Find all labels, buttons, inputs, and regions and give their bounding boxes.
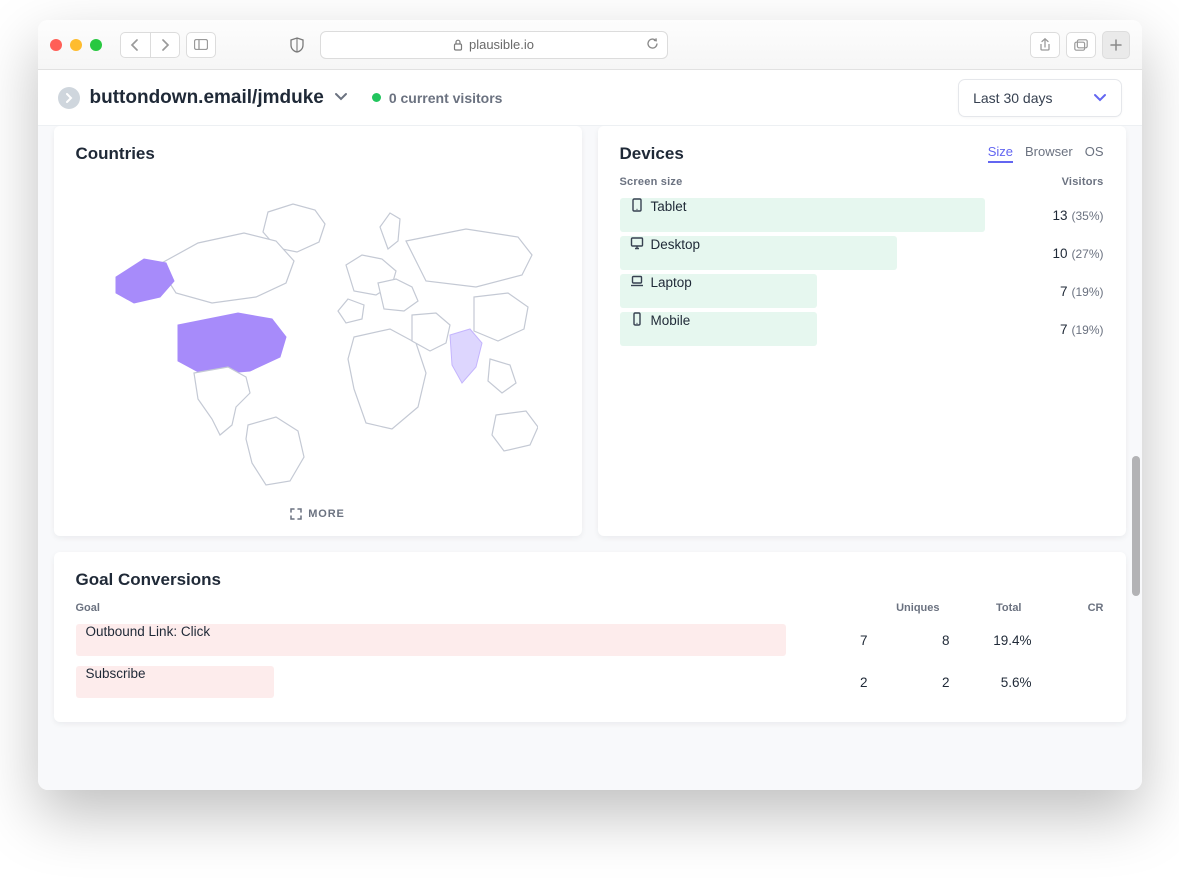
devices-col-right: Visitors xyxy=(1062,176,1104,188)
countries-card: Countries xyxy=(54,126,582,536)
close-window-button[interactable] xyxy=(50,39,62,51)
mobile-icon xyxy=(630,312,644,329)
app-header: buttondown.email/jmduke 0 current visito… xyxy=(38,70,1142,126)
privacy-shield-button[interactable] xyxy=(282,32,312,58)
countries-more-label: MORE xyxy=(308,508,345,520)
goal-row[interactable]: Outbound Link: Click7819.4% xyxy=(76,622,1104,658)
goal-uniques: 2 xyxy=(786,675,868,690)
goals-col-goal: Goal xyxy=(76,602,858,614)
device-row[interactable]: Laptop 7(19%) xyxy=(620,274,1104,308)
device-row[interactable]: Mobile 7(19%) xyxy=(620,312,1104,346)
plus-icon xyxy=(1110,39,1122,51)
goal-total: 8 xyxy=(868,633,950,648)
reload-button[interactable] xyxy=(646,37,659,53)
new-tab-button[interactable] xyxy=(1102,31,1130,59)
chevron-right-icon xyxy=(65,93,73,103)
goal-uniques: 7 xyxy=(786,633,868,648)
devices-col-left: Screen size xyxy=(620,176,683,188)
device-pct: (19%) xyxy=(1071,323,1103,337)
devices-tabs: Size Browser OS xyxy=(988,144,1104,163)
tablet-icon xyxy=(630,198,644,215)
tab-size[interactable]: Size xyxy=(988,144,1013,163)
tab-os[interactable]: OS xyxy=(1085,144,1104,163)
minimize-window-button[interactable] xyxy=(70,39,82,51)
device-label: Laptop xyxy=(651,275,692,290)
device-label: Mobile xyxy=(651,313,691,328)
site-selector[interactable]: buttondown.email/jmduke xyxy=(90,87,324,109)
share-button[interactable] xyxy=(1030,32,1060,58)
goal-label: Outbound Link: Click xyxy=(76,624,786,639)
current-visitors-label: 0 current visitors xyxy=(389,90,503,106)
lock-icon xyxy=(453,39,463,51)
device-pct: (35%) xyxy=(1071,209,1103,223)
shield-icon xyxy=(290,37,304,53)
device-value: 10 xyxy=(1052,246,1067,261)
goals-col-cr: CR xyxy=(1022,602,1104,614)
device-label: Tablet xyxy=(651,199,687,214)
device-pct: (19%) xyxy=(1071,285,1103,299)
tabs-icon xyxy=(1074,39,1088,51)
reload-icon xyxy=(646,37,659,50)
chevron-down-icon xyxy=(1093,93,1107,103)
tabs-button[interactable] xyxy=(1066,32,1096,58)
scrollbar[interactable] xyxy=(1132,456,1140,596)
tab-browser[interactable]: Browser xyxy=(1025,144,1073,163)
desktop-icon xyxy=(630,236,644,253)
safari-toolbar: plausible.io xyxy=(38,20,1142,70)
device-row[interactable]: Desktop 10 (27%) xyxy=(620,236,1104,270)
address-bar-domain: plausible.io xyxy=(469,37,534,52)
window-controls xyxy=(50,39,102,51)
chevron-down-icon xyxy=(334,89,348,107)
device-value: 7 xyxy=(1060,322,1068,337)
chevron-left-icon xyxy=(130,39,140,51)
countries-more-button[interactable]: MORE xyxy=(76,508,560,520)
device-value: 7 xyxy=(1060,284,1068,299)
back-button[interactable] xyxy=(120,32,150,58)
device-label: Desktop xyxy=(651,237,701,252)
goal-cr: 5.6% xyxy=(950,675,1032,690)
chevron-right-icon xyxy=(160,39,170,51)
goal-row[interactable]: Subscribe225.6% xyxy=(76,664,1104,700)
devices-list: Tablet13(35%)Desktop10(27%)Laptop7(19%)M… xyxy=(620,198,1104,346)
period-picker[interactable]: Last 30 days xyxy=(958,79,1121,117)
forward-button[interactable] xyxy=(150,32,180,58)
device-value: 13 xyxy=(1052,208,1067,223)
countries-title: Countries xyxy=(76,144,560,164)
sidebar-icon xyxy=(194,39,208,50)
goal-cr: 19.4% xyxy=(950,633,1032,648)
goals-list: Outbound Link: Click7819.4%Subscribe225.… xyxy=(76,622,1104,700)
goal-total: 2 xyxy=(868,675,950,690)
device-row[interactable]: Tablet 13 (35%) xyxy=(620,198,1104,232)
dashboard-content: Countries xyxy=(38,126,1142,790)
goal-label: Subscribe xyxy=(76,666,786,681)
goals-col-total: Total xyxy=(940,602,1022,614)
goals-title: Goal Conversions xyxy=(76,570,1104,590)
period-label: Last 30 days xyxy=(973,90,1052,106)
laptop-icon xyxy=(630,274,644,291)
devices-card: Size Browser OS Devices Screen size Visi… xyxy=(598,126,1126,536)
browser-window: plausible.io buttondown.email/jmduke xyxy=(38,20,1142,790)
goals-col-uniques: Uniques xyxy=(858,602,940,614)
sidebar-toggle-button[interactable] xyxy=(186,32,216,58)
expand-icon xyxy=(290,508,302,520)
goals-card: Goal Conversions Goal Uniques Total CR O… xyxy=(54,552,1126,722)
dashboards-back-button[interactable] xyxy=(58,87,80,109)
maximize-window-button[interactable] xyxy=(90,39,102,51)
address-bar[interactable]: plausible.io xyxy=(320,31,668,59)
device-pct: (27%) xyxy=(1071,247,1103,261)
countries-map[interactable] xyxy=(76,176,560,498)
share-icon xyxy=(1039,38,1051,52)
live-indicator-icon xyxy=(372,93,381,102)
current-visitors[interactable]: 0 current visitors xyxy=(372,90,503,106)
world-map-svg xyxy=(98,187,538,487)
